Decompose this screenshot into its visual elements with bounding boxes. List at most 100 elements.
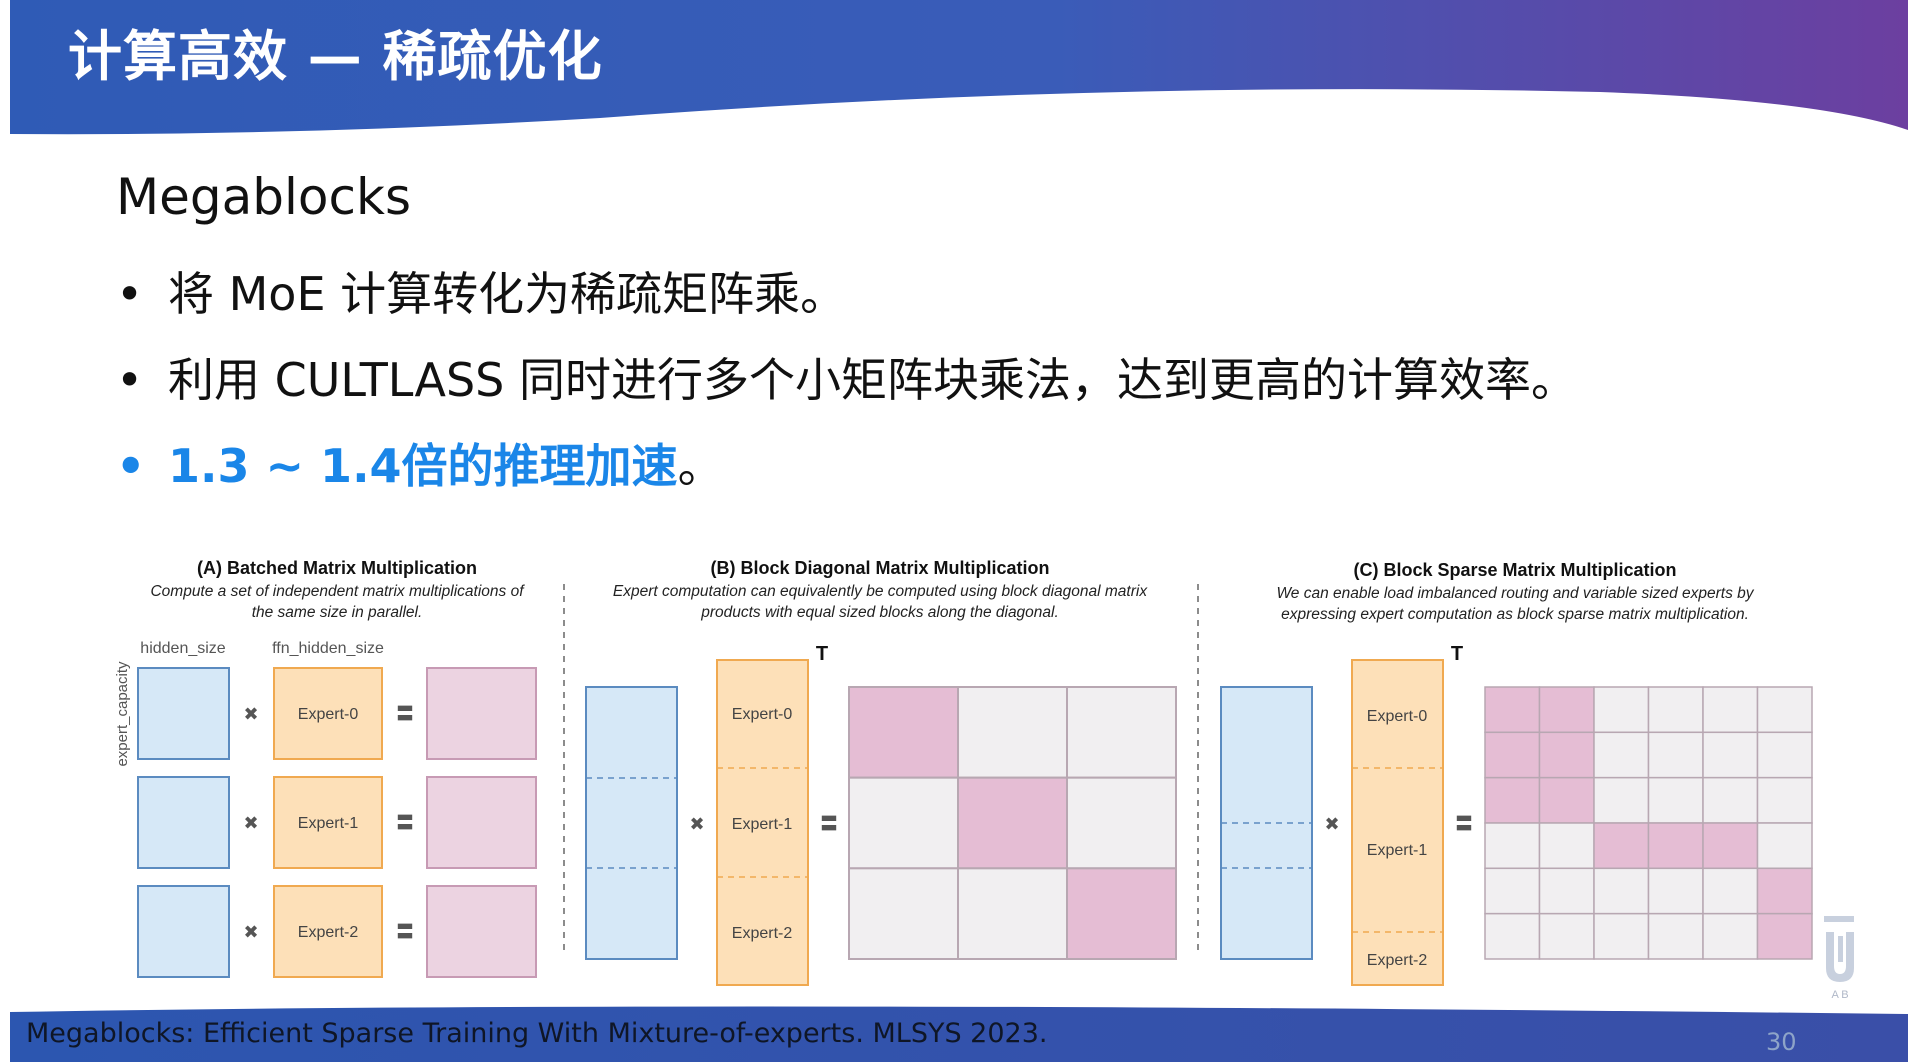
zero-block [1647,686,1704,734]
zero-block [1484,867,1541,915]
nonzero-block [848,686,959,779]
output-matrix [426,885,537,978]
logo-text: A B [1831,989,1848,1000]
zero-block [1702,731,1759,779]
zero-block [1593,867,1650,915]
expert-label: Expert-2 [732,925,793,942]
nonzero-block [957,776,1068,870]
panel-a-row-0: ✖ Expert-0 〓 [137,667,537,760]
times-icon: ✖ [1324,814,1339,834]
zero-block [1647,912,1704,960]
output-matrix [426,776,537,869]
zero-block [848,867,959,960]
slide: 计算高效 — 稀疏优化 Megablocks • 将 MoE 计算转化为稀疏矩阵乘… [0,0,1908,1062]
nonzero-block [1647,822,1704,870]
equals-icon: 〓 [396,922,414,942]
nonzero-block [1538,776,1595,824]
bullet-tail: 。 [677,439,724,493]
transpose-symbol: T [1451,643,1463,665]
nonzero-block [1756,867,1813,915]
zero-block [1593,731,1650,779]
page-number: 30 [1766,1028,1797,1056]
nonzero-block [1702,822,1759,870]
panel-a-row-2: ✖ Expert-2 〓 [137,885,537,978]
panel-b-token-matrix [585,686,678,960]
panel-c-token-matrix [1220,686,1313,960]
nonzero-block [1756,912,1813,960]
citation-footer: Megablocks: Efficient Sparse Training Wi… [26,1018,1048,1049]
bullet-marker: • [116,267,144,321]
zero-block [957,686,1068,779]
zero-block [1647,776,1704,824]
zero-block [1702,686,1759,734]
section-subtitle: Megablocks [116,168,411,226]
token-matrix [137,776,230,869]
bullet-item: • 利用 CULTLASS 同时进行多个小矩阵块乘法，达到更高的计算效率。 [116,344,1577,410]
hidden-size-label: hidden_size [140,640,226,657]
expert-capacity-label: expert_capacity [114,661,131,767]
times-icon: ✖ [243,922,258,942]
panel-b-desc: Expert computation can equivalently be c… [613,583,1148,600]
panel-c-desc: We can enable load imbalanced routing an… [1276,585,1754,602]
zero-block [1702,776,1759,824]
panel-c-title: (C) Block Sparse Matrix Multiplication [1353,560,1676,580]
zero-block [1702,912,1759,960]
zero-block [1538,912,1595,960]
times-icon: ✖ [243,813,258,833]
token-matrix [137,667,230,760]
bullet-text: 将 MoE 计算转化为稀疏矩阵乘。 [168,267,847,321]
bullet-marker: • [116,439,146,493]
ffn-hidden-size-label: ffn_hidden_size [272,640,384,657]
times-icon: ✖ [243,704,258,724]
panel-b-expert-column: Expert-0 Expert-1 Expert-2 [716,659,809,986]
zero-block [1593,686,1650,734]
panel-b-desc: products with equal sized blocks along t… [700,604,1059,621]
zero-block [1593,776,1650,824]
zero-block [1066,776,1177,870]
expert-label: Expert-1 [1367,842,1428,859]
zero-block [1647,867,1704,915]
zero-block [1538,867,1595,915]
expert-label: Expert-2 [298,924,359,941]
bullet-text: 利用 CULTLASS 同时进行多个小矩阵块乘法，达到更高的计算效率。 [168,353,1577,407]
token-matrix [137,885,230,978]
nonzero-block [1484,776,1541,824]
panel-a-desc: the same size in parallel. [252,604,423,621]
bullet-marker: • [116,353,144,407]
panel-c-desc: expressing expert computation as block s… [1281,606,1749,623]
transpose-symbol: T [816,643,828,665]
equals-icon: 〓 [396,813,414,833]
expert-label: Expert-0 [298,706,359,723]
panel-a-title: (A) Batched Matrix Multiplication [197,558,477,578]
equals-icon: 〓 [396,704,414,724]
expert-label: Expert-0 [1367,708,1428,725]
zero-block [1756,686,1813,734]
nonzero-block [1593,822,1650,870]
expert-label: Expert-1 [298,815,359,832]
times-icon: ✖ [689,814,704,834]
zero-block [1484,912,1541,960]
zero-block [1647,731,1704,779]
bullet-item-highlight: • 1.3 ~ 1.4倍的推理加速。 [116,430,724,496]
panel-c-expert-column: Expert-0 Expert-1 Expert-2 [1351,659,1444,986]
block-diagonal-grid [848,686,1177,960]
zero-block [957,867,1068,960]
nonzero-block [1538,731,1595,779]
zero-block [1756,731,1813,779]
output-matrix [426,667,537,760]
expert-label: Expert-2 [1367,952,1428,969]
zero-block [1702,867,1759,915]
zero-block [848,776,959,870]
zero-block [1756,822,1813,870]
panel-a-row-1: ✖ Expert-1 〓 [137,776,537,869]
block-sparse-grid [1484,686,1813,960]
expert-label: Expert-1 [732,816,793,833]
zero-block [1484,822,1541,870]
zero-block [1756,776,1813,824]
nonzero-block [1066,867,1177,960]
zero-block [1538,822,1595,870]
expert-label: Expert-0 [732,706,793,723]
bullet-item: • 将 MoE 计算转化为稀疏矩阵乘。 [116,258,846,324]
panel-a-desc: Compute a set of independent matrix mult… [150,583,525,600]
speedup-highlight: 1.3 ~ 1.4倍的推理加速 [168,439,678,493]
